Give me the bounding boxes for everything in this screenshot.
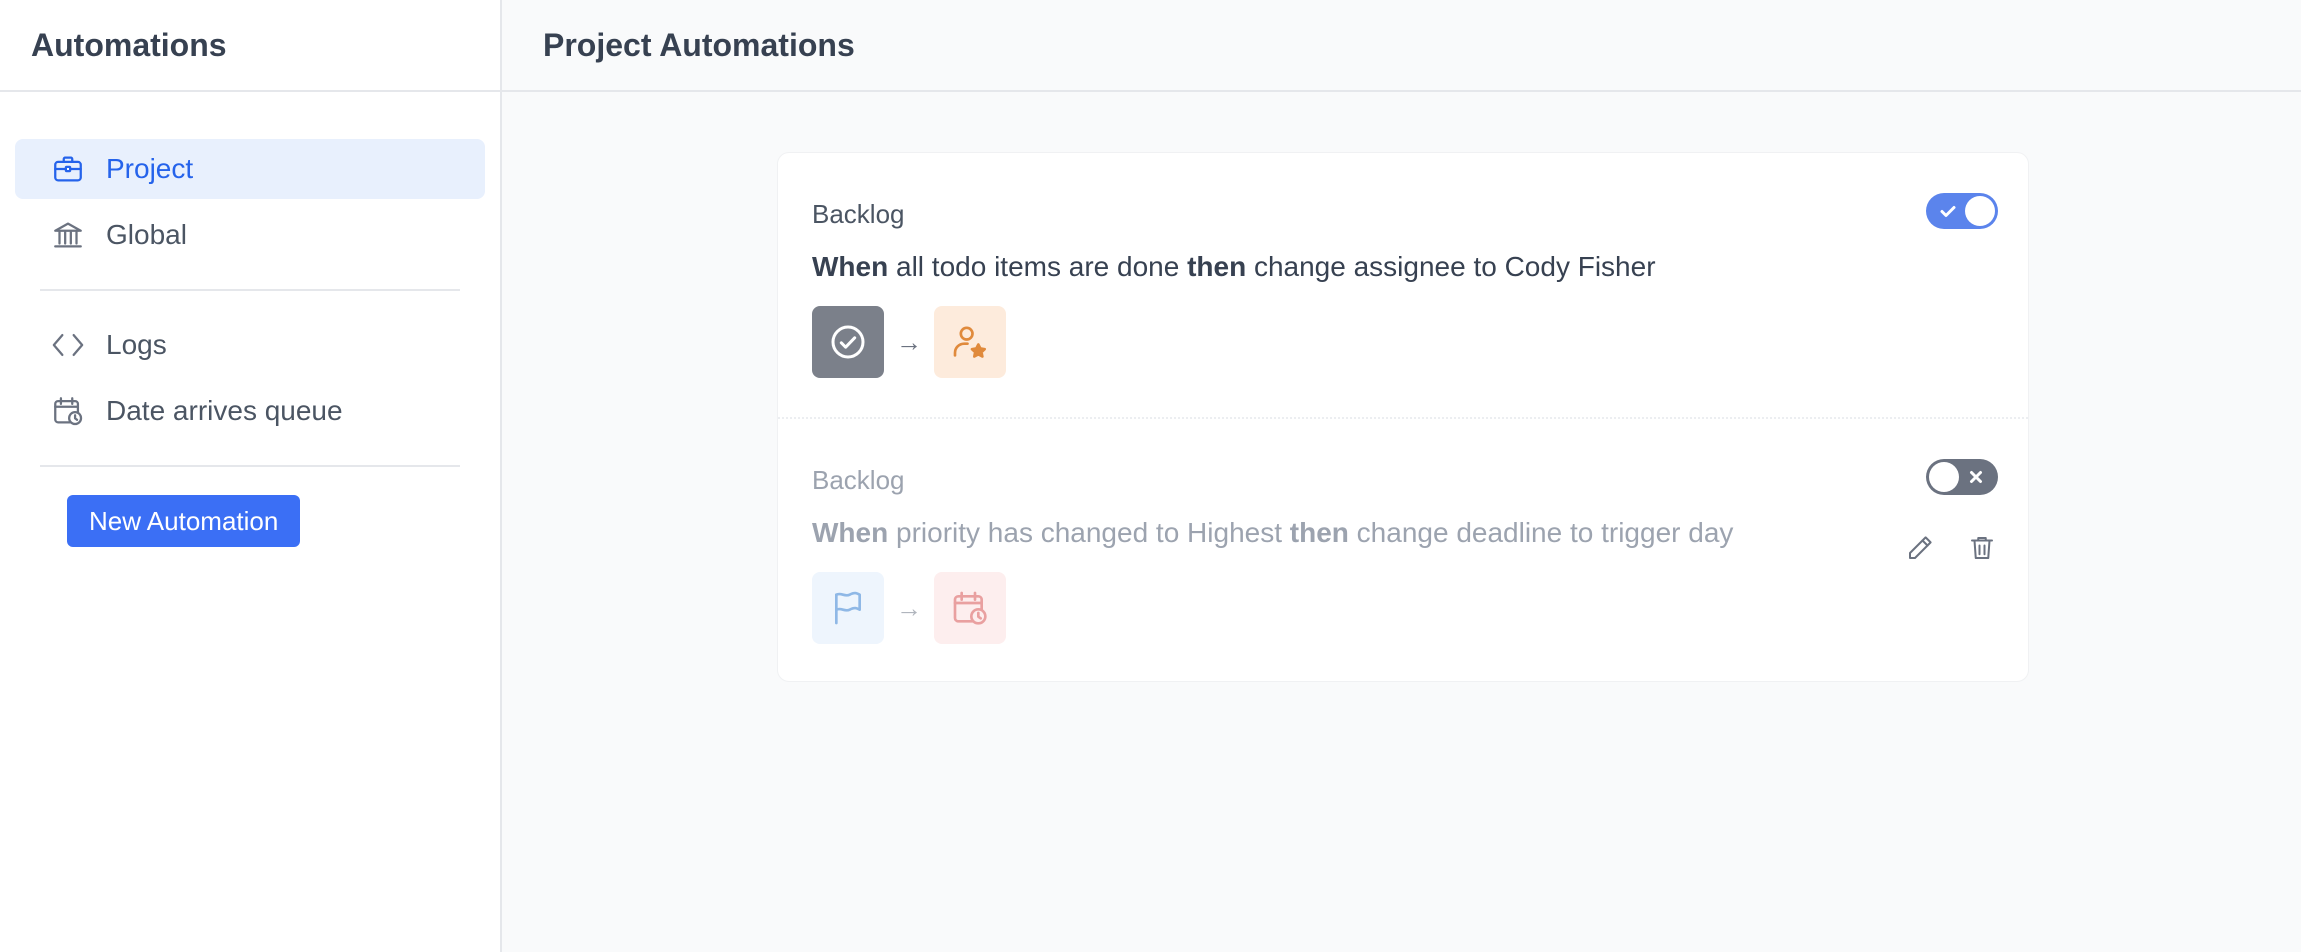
- check-circle-icon: [812, 306, 884, 378]
- calendar-clock-icon: [934, 572, 1006, 644]
- check-icon: [1930, 193, 1966, 229]
- sidebar-item-logs[interactable]: Logs: [15, 315, 485, 375]
- flag-icon: [812, 572, 884, 644]
- automation-board-label: Backlog: [812, 465, 905, 495]
- sidebar-item-label: Logs: [106, 329, 167, 360]
- sidebar-item-label: Project: [106, 153, 194, 184]
- bank-icon: [51, 218, 85, 252]
- trash-icon[interactable]: [1966, 532, 1998, 564]
- sidebar: Automations Project Global Logs Date arr…: [0, 0, 502, 952]
- sidebar-title: Automations: [31, 26, 227, 63]
- sidebar-item-label: Date arrives queue: [106, 395, 343, 426]
- x-icon: [1958, 459, 1994, 495]
- sidebar-nav: Project Global Logs Date arrives queue N…: [0, 92, 500, 547]
- briefcase-icon: [51, 152, 85, 186]
- sidebar-divider: [40, 289, 460, 291]
- new-automation-button[interactable]: New Automation: [67, 495, 301, 547]
- toggle-knob: [1929, 462, 1959, 492]
- sidebar-item-project[interactable]: Project: [15, 139, 485, 199]
- page-title: Project Automations: [543, 26, 855, 63]
- automation-rule-text: When priority has changed to Highest the…: [812, 517, 1733, 549]
- sidebar-item-label: Global: [106, 219, 187, 250]
- automation-flow: →: [812, 572, 1006, 644]
- sidebar-divider: [40, 465, 460, 467]
- toggle-knob: [1965, 196, 1995, 226]
- automation-rule-text: When all todo items are done then change…: [812, 251, 1656, 283]
- main-content: Project Automations Backlog When all tod…: [502, 0, 2301, 952]
- action-text: change deadline to trigger day: [1356, 517, 1734, 548]
- sidebar-header: Automations: [0, 0, 500, 92]
- flow-arrow: →: [896, 592, 922, 623]
- automation-actions: [1904, 532, 1998, 564]
- edit-pencil-icon[interactable]: [1904, 532, 1936, 564]
- then-keyword: then: [1187, 251, 1247, 282]
- when-keyword: When: [812, 251, 889, 282]
- automation-card[interactable]: Backlog When all todo items are done the…: [778, 153, 2028, 417]
- sidebar-item-global[interactable]: Global: [15, 205, 485, 265]
- then-keyword: then: [1289, 517, 1349, 548]
- trigger-text: priority has changed to Highest: [896, 517, 1282, 548]
- sidebar-item-date-arrives-queue[interactable]: Date arrives queue: [15, 381, 485, 441]
- flow-arrow: →: [896, 326, 922, 357]
- automation-enabled-toggle[interactable]: [1926, 459, 1998, 495]
- trigger-text: all todo items are done: [896, 251, 1180, 282]
- automation-card[interactable]: Backlog When priority has changed to Hig…: [778, 417, 2028, 681]
- code-icon: [51, 328, 85, 362]
- automation-board-label: Backlog: [812, 199, 905, 229]
- when-keyword: When: [812, 517, 889, 548]
- user-star-icon: [934, 306, 1006, 378]
- calendar-clock-icon: [51, 394, 85, 428]
- automation-list: Backlog When all todo items are done the…: [777, 152, 2029, 682]
- action-text: change assignee to Cody Fisher: [1253, 251, 1656, 282]
- main-header: Project Automations: [502, 0, 2301, 92]
- automation-flow: →: [812, 306, 1006, 378]
- automation-enabled-toggle[interactable]: [1926, 193, 1998, 229]
